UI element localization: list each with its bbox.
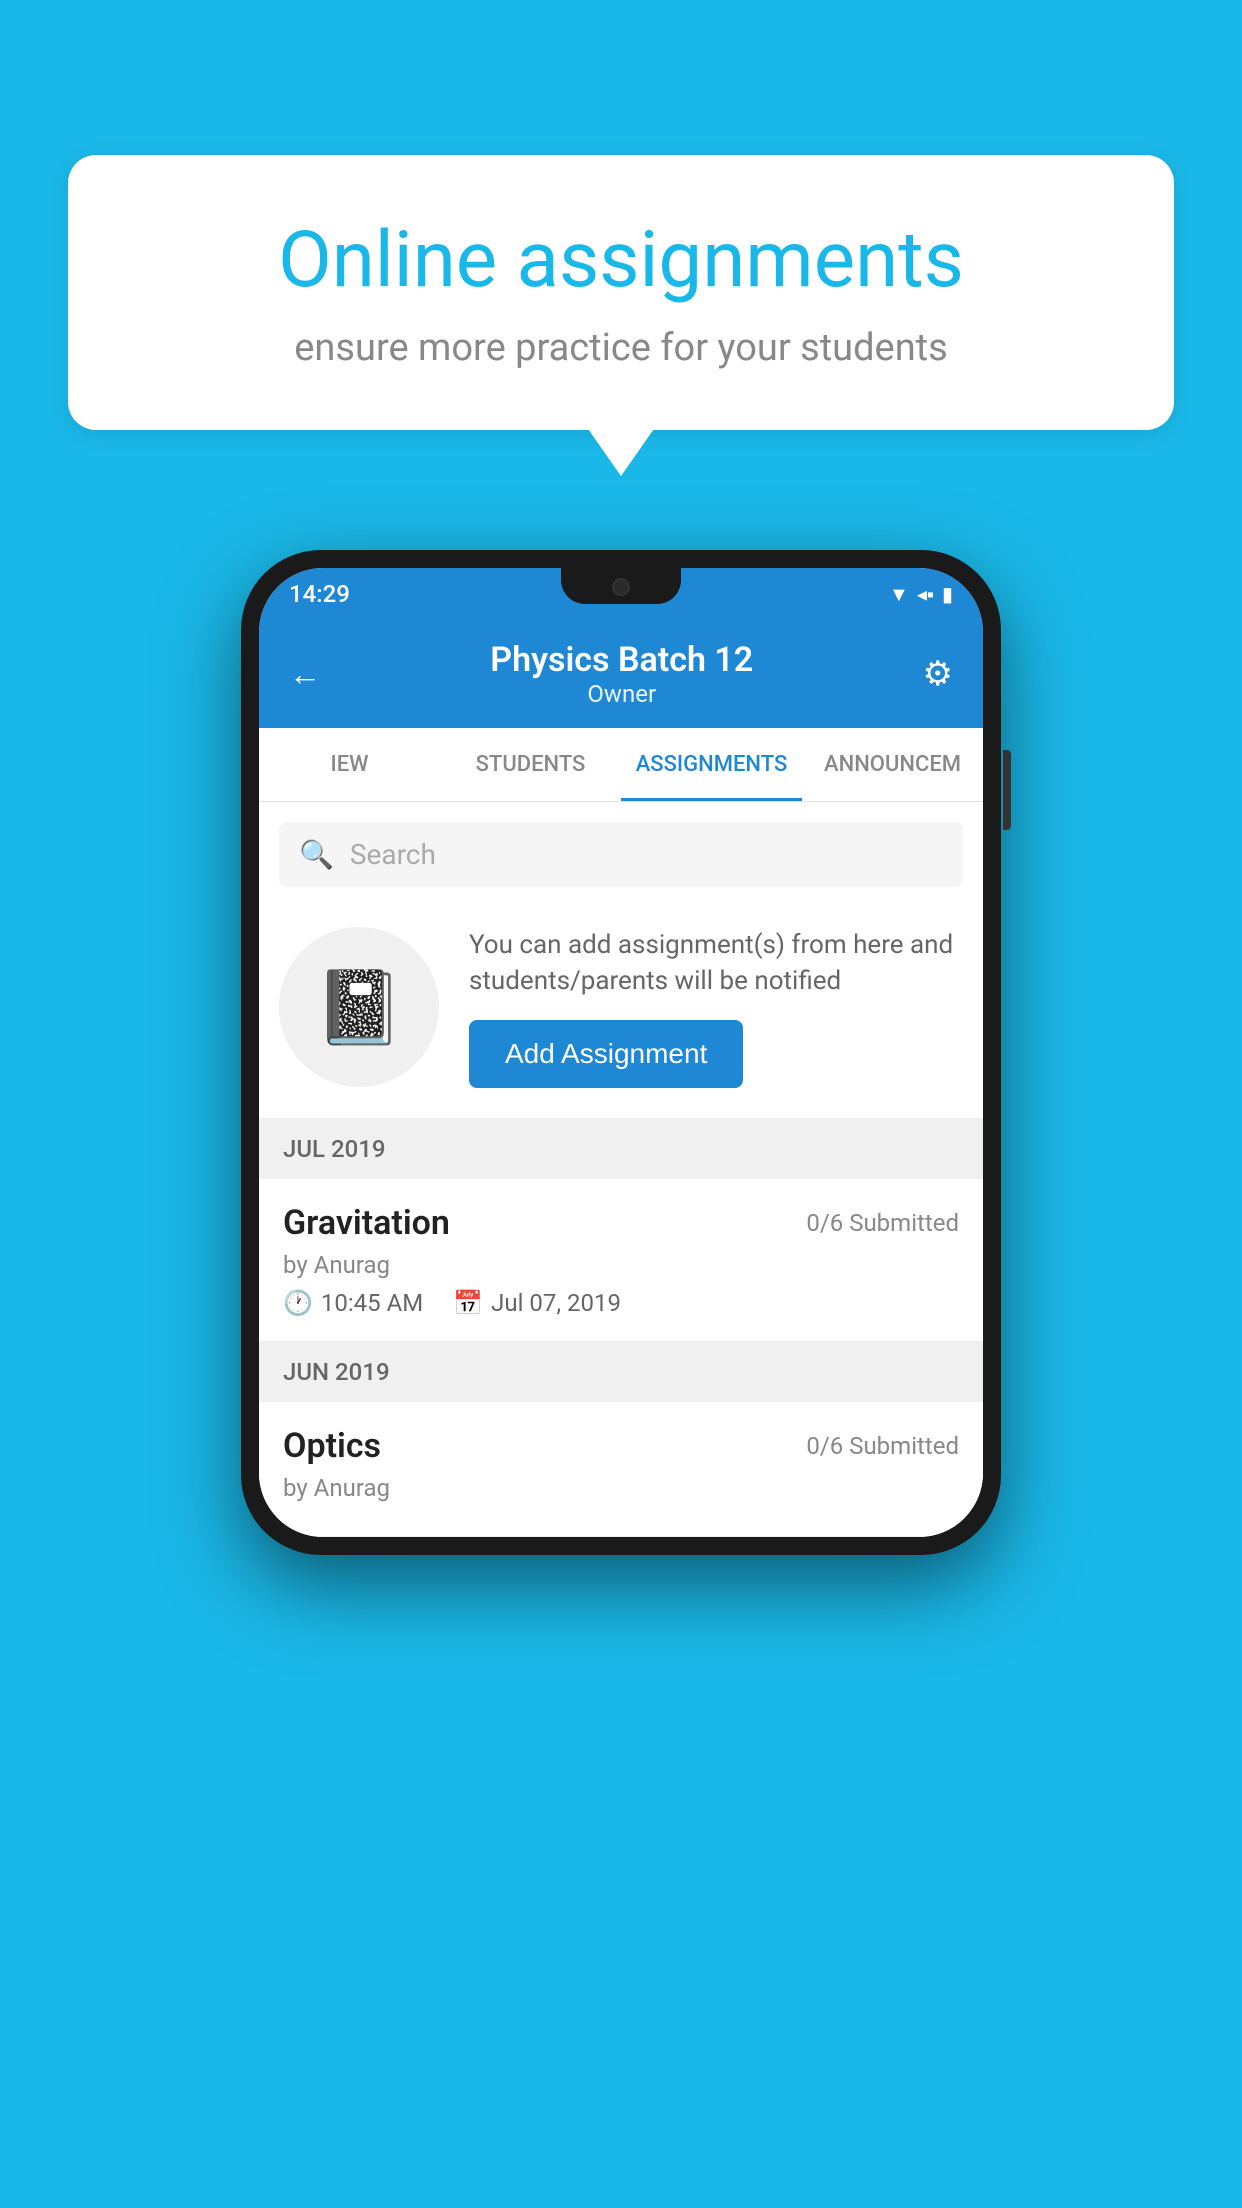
- promo-text-area: You can add assignment(s) from here and …: [469, 927, 963, 1088]
- section-header-jun: JUN 2019: [259, 1342, 983, 1402]
- bubble-subtitle: ensure more practice for your students: [138, 326, 1104, 370]
- time-entry: 🕐 10:45 AM: [283, 1289, 423, 1317]
- clock-icon: 🕐: [283, 1289, 313, 1317]
- assignment-date-gravitation: Jul 07, 2019: [491, 1289, 621, 1317]
- phone-notch: [561, 568, 681, 604]
- assignment-submitted-gravitation: 0/6 Submitted: [806, 1209, 959, 1237]
- assignment-by-gravitation: by Anurag: [283, 1251, 959, 1279]
- settings-button[interactable]: ⚙: [923, 654, 953, 694]
- tab-students[interactable]: STUDENTS: [440, 728, 621, 801]
- promo-description: You can add assignment(s) from here and …: [469, 927, 963, 1000]
- assignment-time-gravitation: 10:45 AM: [321, 1289, 423, 1317]
- phone-container: 14:29 ▼ ◂▪ ▮ ← Physics Batch 12 Owner ⚙: [241, 550, 1001, 1555]
- assignment-submitted-optics: 0/6 Submitted: [806, 1432, 959, 1460]
- bubble-title: Online assignments: [138, 215, 1104, 306]
- search-icon: 🔍: [299, 838, 334, 871]
- phone-screen: 14:29 ▼ ◂▪ ▮ ← Physics Batch 12 Owner ⚙: [259, 568, 983, 1537]
- calendar-icon: 📅: [453, 1289, 483, 1317]
- section-header-jul: JUL 2019: [259, 1119, 983, 1179]
- add-assignment-button[interactable]: Add Assignment: [469, 1020, 743, 1088]
- search-placeholder: Search: [350, 838, 436, 871]
- tab-announcements[interactable]: ANNOUNCEM: [802, 728, 983, 801]
- assignment-title-optics: Optics: [283, 1426, 381, 1466]
- promo-section: 📓 You can add assignment(s) from here an…: [259, 907, 983, 1119]
- phone-side-button: [1003, 750, 1011, 830]
- batch-subtitle: Owner: [321, 680, 923, 708]
- notebook-icon: 📓: [314, 965, 404, 1050]
- status-icons: ▼ ◂▪ ▮: [889, 582, 953, 607]
- signal-icon: ◂▪: [917, 582, 934, 607]
- batch-title: Physics Batch 12: [321, 640, 923, 680]
- content-area: 🔍 Search 📓 You can add assignment(s) fro…: [259, 822, 983, 1537]
- status-time: 14:29: [289, 580, 350, 608]
- tab-assignments[interactable]: ASSIGNMENTS: [621, 728, 802, 801]
- app-header: ← Physics Batch 12 Owner ⚙: [259, 620, 983, 728]
- battery-icon: ▮: [942, 582, 953, 606]
- assignment-by-optics: by Anurag: [283, 1474, 959, 1502]
- phone-camera: [612, 578, 630, 596]
- speech-bubble: Online assignments ensure more practice …: [68, 155, 1174, 430]
- wifi-icon: ▼: [889, 582, 909, 607]
- search-bar[interactable]: 🔍 Search: [279, 822, 963, 887]
- assignment-datetime-gravitation: 🕐 10:45 AM 📅 Jul 07, 2019: [283, 1289, 959, 1317]
- phone-outer: 14:29 ▼ ◂▪ ▮ ← Physics Batch 12 Owner ⚙: [241, 550, 1001, 1555]
- tabs-container: IEW STUDENTS ASSIGNMENTS ANNOUNCEM: [259, 728, 983, 802]
- date-entry: 📅 Jul 07, 2019: [453, 1289, 621, 1317]
- tab-iew[interactable]: IEW: [259, 728, 440, 801]
- header-title-container: Physics Batch 12 Owner: [321, 640, 923, 708]
- assignment-gravitation[interactable]: Gravitation 0/6 Submitted by Anurag 🕐 10…: [259, 1179, 983, 1342]
- speech-bubble-container: Online assignments ensure more practice …: [68, 155, 1174, 430]
- promo-icon-circle: 📓: [279, 927, 439, 1087]
- back-button[interactable]: ←: [289, 655, 321, 693]
- assignment-row1: Gravitation 0/6 Submitted: [283, 1203, 959, 1243]
- assignment-optics[interactable]: Optics 0/6 Submitted by Anurag: [259, 1402, 983, 1537]
- assignment-title-gravitation: Gravitation: [283, 1203, 450, 1243]
- assignment-row1-optics: Optics 0/6 Submitted: [283, 1426, 959, 1466]
